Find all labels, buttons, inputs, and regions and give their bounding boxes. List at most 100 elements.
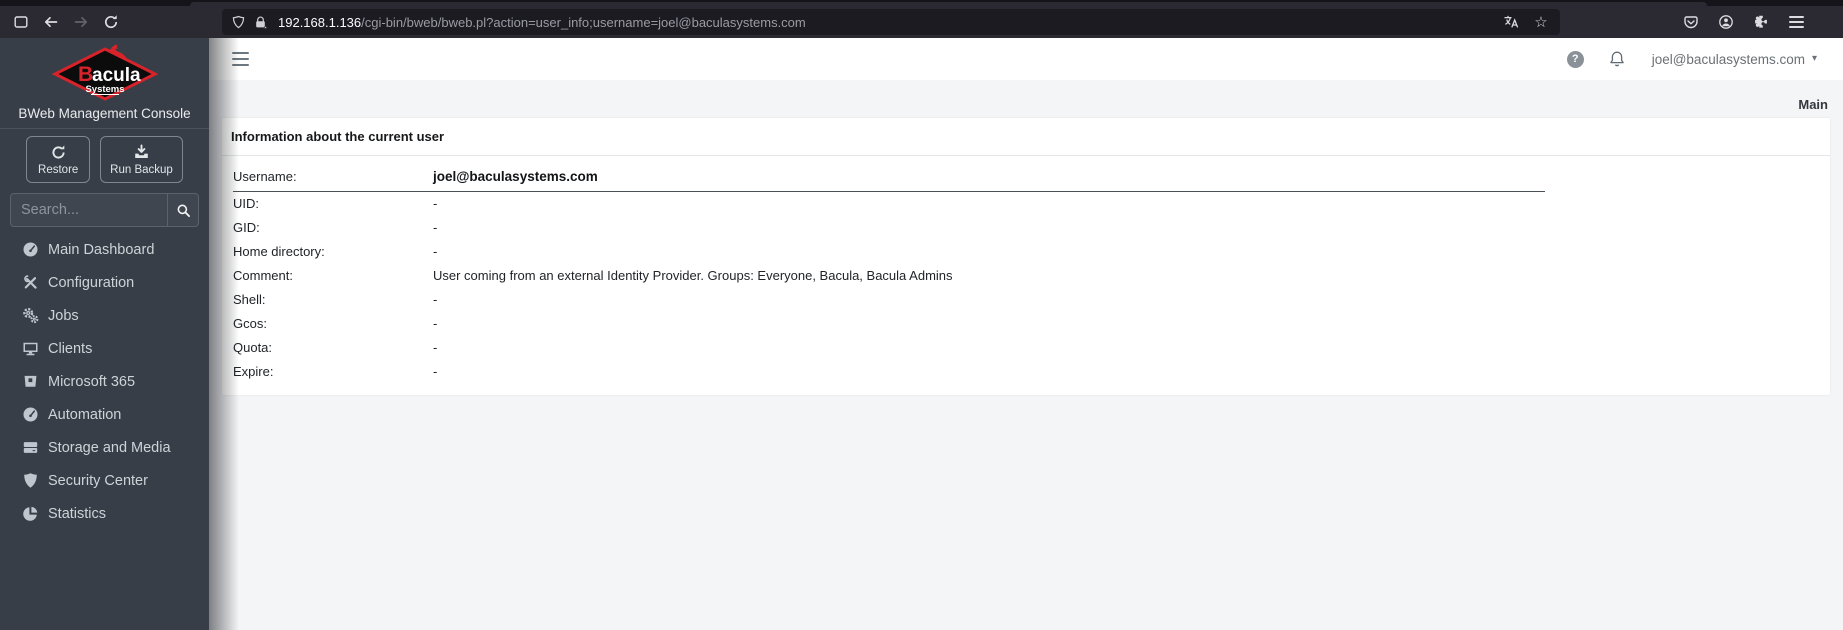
bweb-app: B acula Systems BWeb Management Console … xyxy=(0,38,1843,630)
sidebar-item-label: Microsoft 365 xyxy=(48,373,136,390)
table-row: Expire: - xyxy=(233,359,1545,383)
chevron-down-icon: ▾ xyxy=(1811,53,1817,64)
dashboard-icon xyxy=(21,241,39,258)
table-row: Comment: User coming from an external Id… xyxy=(233,263,1545,287)
lock-warning-icon[interactable] xyxy=(253,15,268,30)
url-text: 192.168.1.136/cgi-bin/bweb/bweb.pl?actio… xyxy=(278,15,1498,30)
browser-tab-strip xyxy=(0,0,1843,6)
table-row: Username: joel@baculasystems.com xyxy=(233,163,1545,192)
breadcrumb[interactable]: Main xyxy=(1798,97,1828,112)
forward-icon[interactable] xyxy=(66,9,96,35)
svg-text:acula: acula xyxy=(92,65,141,86)
restore-label: Restore xyxy=(38,163,79,176)
browser-toolbar: 192.168.1.136/cgi-bin/bweb/bweb.pl?actio… xyxy=(0,6,1843,38)
row-label: GID: xyxy=(233,219,260,235)
sidebar-item-label: Automation xyxy=(48,406,122,423)
browser-menu-icon[interactable] xyxy=(1781,9,1811,35)
tools-icon xyxy=(21,274,39,291)
search-icon xyxy=(177,204,190,217)
row-value: - xyxy=(433,195,438,211)
user-email: joel@baculasystems.com xyxy=(1651,51,1805,67)
row-label: Expire: xyxy=(233,363,274,379)
desktop-icon xyxy=(21,340,39,357)
restore-icon xyxy=(52,145,65,159)
translate-icon[interactable] xyxy=(1498,9,1524,35)
sidebar-item-label: Security Center xyxy=(48,472,148,489)
sidebar-item-main-dashboard[interactable]: Main Dashboard xyxy=(0,233,209,266)
m365-icon xyxy=(21,373,39,390)
back-icon[interactable] xyxy=(36,9,66,35)
sidebar-item-label: Storage and Media xyxy=(48,439,171,456)
console-title: BWeb Management Console xyxy=(18,106,191,121)
server-icon xyxy=(21,439,39,456)
user-info-panel: Information about the current user Usern… xyxy=(222,118,1830,395)
panel-header: Information about the current user xyxy=(222,118,1830,156)
url-bar[interactable]: 192.168.1.136/cgi-bin/bweb/bweb.pl?actio… xyxy=(222,9,1560,35)
sidebar-nav: Main Dashboard Configuration Jobs Client… xyxy=(0,233,209,530)
sidebar-item-security-center[interactable]: Security Center xyxy=(0,464,209,497)
firefox-view-icon[interactable] xyxy=(6,9,36,35)
browser-active-tab[interactable] xyxy=(190,2,1707,6)
sidebar-search xyxy=(10,193,199,227)
run-backup-icon xyxy=(135,144,148,158)
user-info-table: Username: joel@baculasystems.com UID: - … xyxy=(233,163,1545,383)
row-value: joel@baculasystems.com xyxy=(433,163,1545,192)
table-row: Shell: - xyxy=(233,287,1545,311)
sidebar-item-microsoft-365[interactable]: Microsoft 365 xyxy=(0,365,209,398)
notifications-bell-icon[interactable] xyxy=(1608,50,1626,68)
tracking-shield-icon[interactable] xyxy=(231,15,246,30)
row-value: - xyxy=(433,243,438,259)
bookmark-star-icon[interactable]: ☆ xyxy=(1528,9,1554,35)
row-label: Quota: xyxy=(233,339,273,355)
table-row: Quota: - xyxy=(233,335,1545,359)
search-button[interactable] xyxy=(167,194,198,226)
gauge-icon xyxy=(21,406,39,423)
sidebar-item-label: Clients xyxy=(48,340,93,357)
sidebar-item-label: Configuration xyxy=(48,274,135,291)
sidebar: B acula Systems BWeb Management Console … xyxy=(0,38,209,630)
account-icon[interactable] xyxy=(1711,9,1741,35)
sidebar-item-automation[interactable]: Automation xyxy=(0,398,209,431)
gears-icon xyxy=(21,307,39,324)
sidebar-toggle-icon[interactable] xyxy=(228,48,253,70)
sidebar-item-statistics[interactable]: Statistics xyxy=(0,497,209,530)
sidebar-item-label: Jobs xyxy=(48,307,79,324)
row-label: Shell: xyxy=(233,291,266,307)
reload-icon[interactable] xyxy=(96,9,126,35)
shield-icon xyxy=(21,472,39,489)
table-row: Gcos: - xyxy=(233,311,1545,335)
screen: { "browser": { "url": { "host": "192.168… xyxy=(0,0,1843,630)
sidebar-item-storage-and-media[interactable]: Storage and Media xyxy=(0,431,209,464)
breadcrumb-band: Main xyxy=(209,80,1843,118)
search-input[interactable] xyxy=(11,194,167,226)
row-label: Home directory: xyxy=(233,243,325,259)
url-host: 192.168.1.136 xyxy=(278,14,362,30)
table-row: GID: - xyxy=(233,215,1545,239)
help-icon[interactable]: ? xyxy=(1566,50,1584,68)
row-value: - xyxy=(433,219,438,235)
run-backup-button[interactable]: Run Backup xyxy=(100,136,183,183)
row-value: - xyxy=(433,363,438,379)
sidebar-item-clients[interactable]: Clients xyxy=(0,332,209,365)
svg-text:Systems: Systems xyxy=(85,84,124,95)
row-label: Gcos: xyxy=(233,315,267,331)
extensions-puzzle-icon[interactable] xyxy=(1746,9,1776,35)
pie-chart-icon xyxy=(21,505,39,522)
panel-title: Information about the current user xyxy=(231,129,445,144)
sidebar-item-label: Main Dashboard xyxy=(48,241,155,258)
main-area: ? joel@baculasystems.com ▾ Main Informat… xyxy=(209,38,1843,630)
restore-button[interactable]: Restore xyxy=(26,136,91,183)
user-menu[interactable]: joel@baculasystems.com ▾ xyxy=(1652,52,1817,67)
sidebar-item-configuration[interactable]: Configuration xyxy=(0,266,209,299)
row-value: - xyxy=(433,291,438,307)
table-row: UID: - xyxy=(233,191,1545,215)
row-label: UID: xyxy=(233,195,259,211)
table-row: Home directory: - xyxy=(233,239,1545,263)
sidebar-actions: Restore Run Backup xyxy=(0,129,209,183)
sidebar-item-label: Statistics xyxy=(48,505,107,522)
row-value: User coming from an external Identity Pr… xyxy=(433,267,953,283)
pocket-icon[interactable] xyxy=(1676,9,1706,35)
row-value: - xyxy=(433,315,438,331)
row-value: - xyxy=(433,339,438,355)
sidebar-item-jobs[interactable]: Jobs xyxy=(0,299,209,332)
